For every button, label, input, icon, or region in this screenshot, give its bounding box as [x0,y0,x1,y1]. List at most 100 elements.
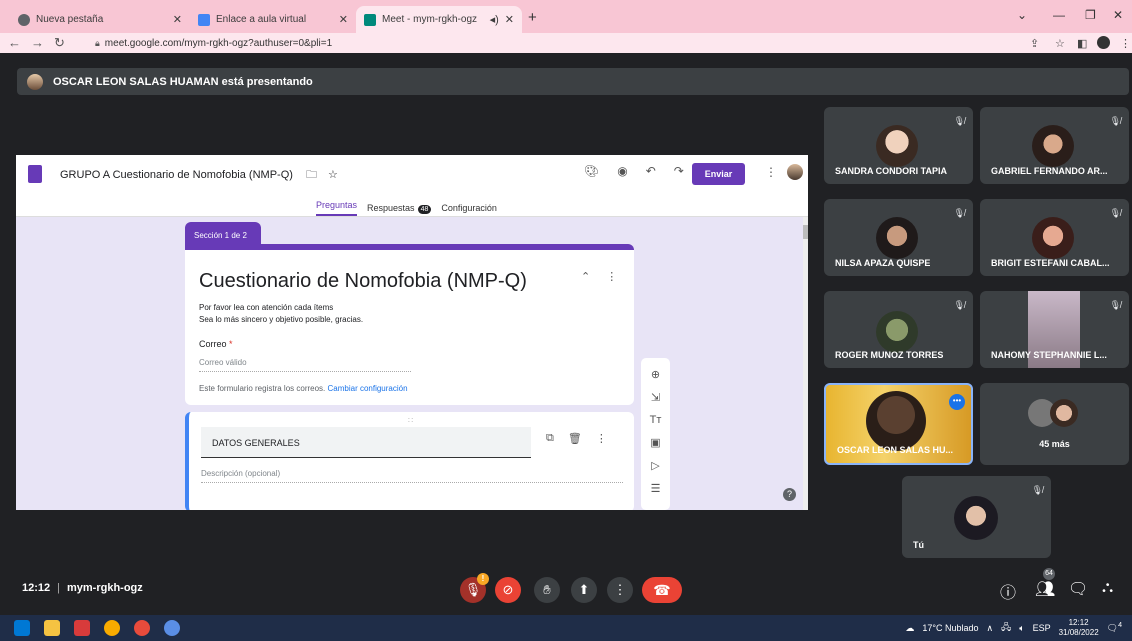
raise-hand-button[interactable]: ✋︎ [534,577,560,603]
drag-handle-icon[interactable]: ∷ [408,416,413,425]
email-field[interactable]: Correo válido [199,358,411,372]
restore-button[interactable]: ❐ [1085,8,1096,22]
mic-off-icon: 🎙︎̸ [953,300,965,310]
participant-tile[interactable]: 🎙︎̸ NILSA APAZA QUISPE [824,199,973,276]
tab-settings[interactable]: Configuración [441,203,497,213]
minimize-button[interactable]: — [1053,8,1065,22]
chrome-profile-icon[interactable] [164,620,180,636]
more-options-button[interactable]: ⋮ [607,577,633,603]
taskbar-clock[interactable]: 12:12 31/08/2022 [1059,618,1099,638]
scrollbar-thumb[interactable] [803,225,808,239]
profile-avatar[interactable] [1097,36,1110,49]
chrome-icon [18,13,30,26]
import-questions-icon[interactable]: ⇲ [651,391,660,404]
undo-icon[interactable]: ↶ [646,164,656,178]
tab-search-icon[interactable]: ⌄ [1017,8,1027,22]
description-line: Sea lo más sincero y objetivo posible, g… [199,315,364,324]
duplicate-icon[interactable]: ⧉ [546,432,554,445]
collapse-icon[interactable]: ⌃ [581,270,590,283]
new-tab-button[interactable]: + [528,9,537,26]
leave-call-button[interactable]: ☎︎ [642,577,682,603]
reload-icon[interactable]: ↻ [54,35,65,51]
people-icon[interactable]: 👥︎ [1035,579,1055,599]
chat-icon[interactable]: 🗨︎ [1068,579,1088,599]
forward-icon[interactable]: → [31,35,44,51]
participant-name: GABRIEL FERNANDO AR... [991,166,1108,176]
close-tab-icon[interactable]: ✕ [173,13,182,26]
language-indicator[interactable]: ESP [1033,623,1051,633]
add-title-icon[interactable]: Tт [650,414,662,426]
scrollbar[interactable] [803,217,808,510]
activities-icon[interactable]: ⛬ [1102,579,1113,597]
add-video-icon[interactable]: ▷ [651,459,659,472]
section-title-field[interactable]: DATOS GENERALES [201,427,531,458]
participant-tile[interactable]: 🎙︎̸ GABRIEL FERNANDO AR... [980,107,1129,184]
url-field[interactable]: meet.google.com/mym-rgkh-ogz?authuser=0&… [105,38,332,49]
tab-responses[interactable]: Respuestas 48 [367,203,432,214]
card-title[interactable]: Cuestionario de Nomofobia (NMP-Q) [199,270,527,293]
chrome-icon[interactable] [104,620,120,636]
chrome-profile-icon[interactable] [134,620,150,636]
app-icon[interactable] [74,620,90,636]
section-card[interactable]: ∷ DATOS GENERALES ⧉ 🗑︎ ⋮ Descripción (op… [185,412,634,510]
notifications-count: 4 [1118,622,1122,629]
menu-icon[interactable]: ⋮ [1120,37,1131,50]
close-window-button[interactable]: ✕ [1113,8,1123,22]
camera-toggle-button[interactable]: ⊘ [495,577,521,603]
mic-off-icon: 🎙︎̸ [1109,208,1121,218]
tray-chevron-icon[interactable]: ∧ [987,623,994,634]
participant-tile[interactable]: 🎙︎̸ ROGER MUNOZ TORRES [824,291,973,368]
participant-name: ROGER MUNOZ TORRES [835,350,944,360]
participant-tile-presenter[interactable]: ••• OSCAR LEON SALAS HU... [824,383,973,465]
email-note-text: Este formulario registra los correos. [199,384,326,393]
speaker-icon: ◂) [489,14,499,26]
tab-new-tab[interactable]: Nueva pestaña ✕ [10,6,190,33]
windows-start-icon[interactable] [14,620,30,636]
more-options-icon[interactable]: ⋮ [765,165,777,179]
delete-icon[interactable]: 🗑︎ [568,432,582,445]
tab-label: Nueva pestaña [36,14,104,25]
form-title-row: GRUPO A Cuestionario de Nomofobia (NMP-Q… [60,166,338,185]
avatar [876,217,918,259]
participant-tile[interactable]: 🎙︎̸ BRIGIT ESTEFANI CABAL... [980,199,1129,276]
add-section-icon[interactable]: ☰ [651,482,661,495]
close-tab-icon[interactable]: ✕ [339,13,348,26]
folder-icon[interactable]: 🗀 [306,169,317,181]
share-icon[interactable]: ⇪ [1030,37,1039,50]
file-explorer-icon[interactable] [44,620,60,636]
tab-meet[interactable]: Meet - mym-rgkh-ogz ◂) ✕ [356,6,522,33]
send-button[interactable]: Enviar [692,163,745,185]
change-settings-link[interactable]: Cambiar configuración [328,384,408,393]
side-panel-icon[interactable]: ◧ [1077,37,1087,50]
tab-questions[interactable]: Preguntas [316,200,358,216]
volume-icon[interactable]: 🔈︎ [1019,623,1024,634]
form-title-card[interactable]: Cuestionario de Nomofobia (NMP-Q) ⌃ ⋮ Po… [185,244,634,405]
presenting-banner: OSCAR LEON SALAS HUAMAN está presentando [17,68,1129,95]
palette-icon[interactable]: 🎨︎ [584,164,599,178]
add-image-icon[interactable]: ▣ [650,436,660,449]
present-screen-button[interactable]: ⬆ [571,577,597,603]
more-options-icon[interactable]: ••• [949,394,965,410]
participant-tile[interactable]: 🎙︎̸ NAHOMY STEPHANNIE L... [980,291,1129,368]
more-options-icon[interactable]: ⋮ [606,270,617,283]
meeting-details-icon[interactable]: ⓘ [1000,579,1016,603]
star-icon[interactable]: ☆ [328,169,338,181]
more-options-icon[interactable]: ⋮ [596,432,607,445]
add-question-icon[interactable]: ⊕ [651,368,660,381]
close-tab-icon[interactable]: ✕ [505,13,514,26]
tab-aula-virtual[interactable]: Enlace a aula virtual ✕ [190,6,356,33]
notifications-icon[interactable]: 🗨︎4 [1107,622,1122,634]
redo-icon[interactable]: ↷ [674,164,684,178]
avatar[interactable] [787,164,803,180]
more-participants-tile[interactable]: 45 más [980,383,1129,465]
bookmark-star-icon[interactable]: ☆ [1055,37,1065,50]
network-icon[interactable]: 🖧︎ [1001,620,1011,636]
section-description-field[interactable]: Descripción (opcional) [201,469,623,483]
self-tile[interactable]: 🎙︎̸ Tú [902,476,1051,558]
help-icon[interactable]: ? [783,488,796,501]
back-icon[interactable]: ← [8,35,21,51]
participant-tile[interactable]: 🎙︎̸ SANDRA CONDORI TAPIA [824,107,973,184]
weather-text[interactable]: 17°C Nublado [922,623,978,633]
section-actions: ⧉ 🗑︎ ⋮ [546,432,607,445]
preview-eye-icon[interactable]: ◉ [617,164,627,178]
